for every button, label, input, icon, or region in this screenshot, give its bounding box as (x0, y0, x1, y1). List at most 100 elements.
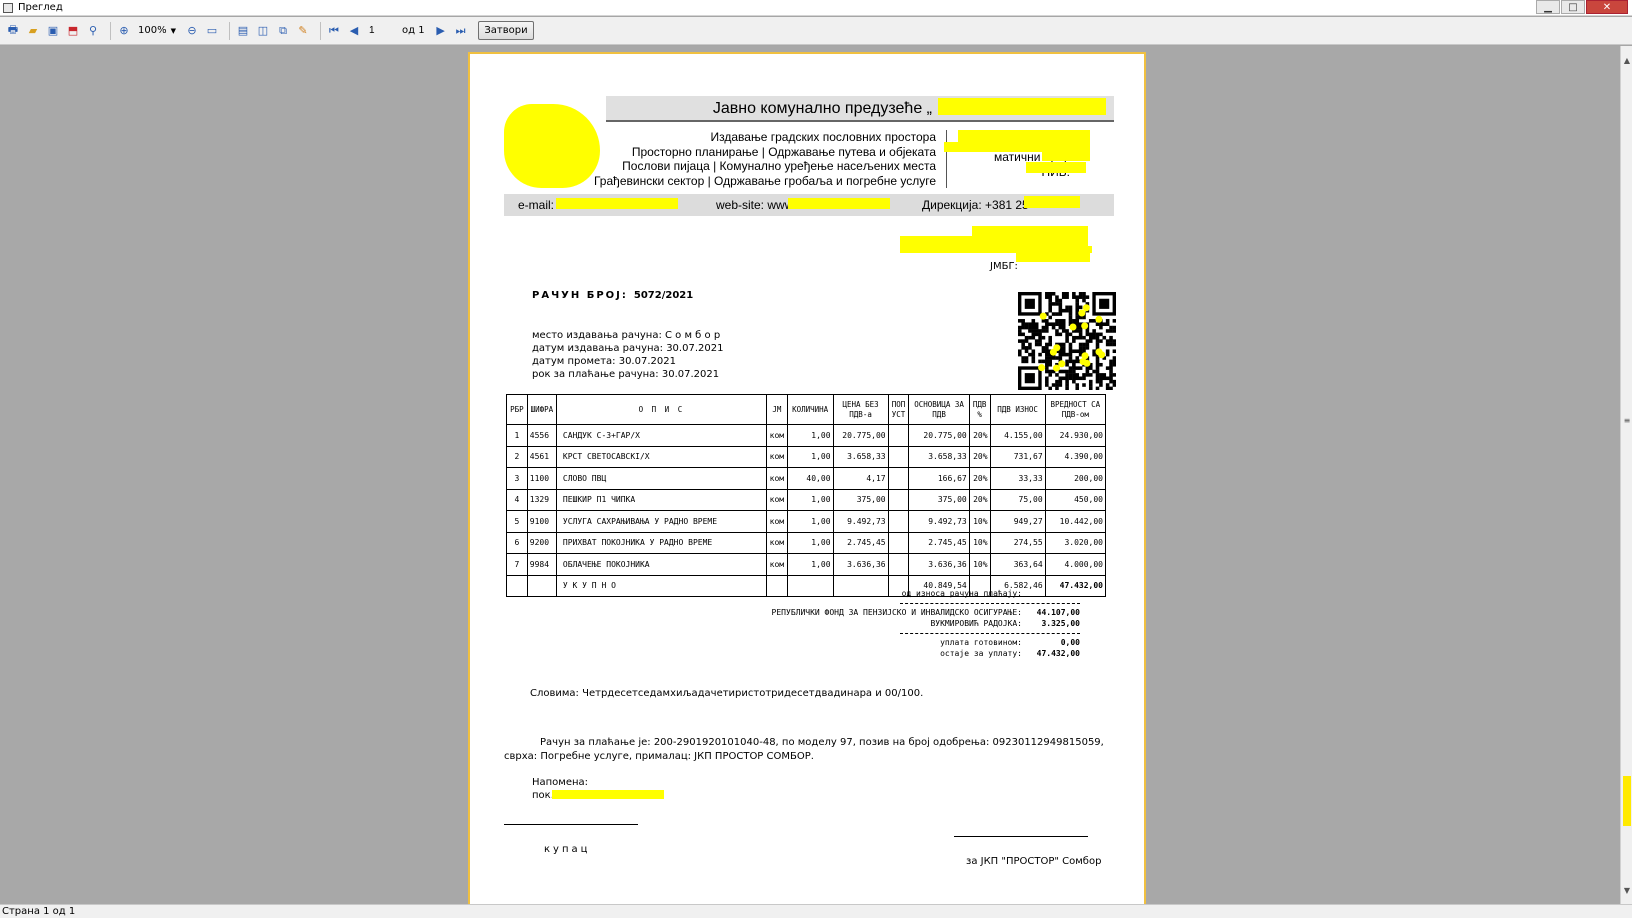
invoice-number: 5072/2021 (633, 290, 694, 301)
place-of-issue: место издавања рачуна: С о м б о р (532, 330, 721, 341)
remaining-value: 47.432,00 (1036, 649, 1080, 658)
preview-toolbar: 🖶 ▰ ▣ ⬒ ⚲ ⊕ 100% ▼ ⊖ ▭ ▤ ◫ ⧉ ✎ ⏮ ◀ од 1 … (0, 17, 1632, 45)
scroll-grip-icon: ≡ (1623, 416, 1631, 425)
company-services: Издавање градских пословних простора Про… (590, 130, 936, 188)
pdf-export-icon[interactable]: ⬒ (65, 23, 81, 39)
zoom-in-icon[interactable]: ⊕ (116, 23, 132, 39)
table-cell: ПРИХВАТ ПОКОЈНИКА У РАДНО ВРЕМЕ (555, 531, 767, 554)
app-icon (3, 3, 13, 13)
invoice-items-table: РБР ШИФРА О П И С ЈМ КОЛИЧИНА ЦЕНА БЕЗ П… (506, 394, 1107, 597)
table-cell (887, 531, 910, 554)
last-page-icon[interactable]: ⏭ (453, 23, 469, 39)
close-window-icon[interactable]: ✕ (1586, 0, 1628, 14)
table-cell: УСЛУГА САХРАЊИВАЊА У РАДНО ВРЕМЕ (555, 510, 767, 533)
redacted-registration-number (1042, 151, 1090, 161)
minimize-icon[interactable]: ▁ (1536, 0, 1560, 14)
table-cell: 4 (506, 488, 528, 511)
table-cell: 3.636,36 (908, 553, 970, 576)
status-bar: Страна 1 од 1 (0, 904, 1632, 918)
first-page-icon[interactable]: ⏮ (326, 23, 342, 39)
table-cell: ком (765, 424, 788, 447)
service-line: Грађевински сектор | Одржавање гробаља и… (593, 173, 936, 188)
print-icon[interactable]: 🖶 (5, 23, 21, 39)
table-cell (887, 445, 910, 468)
previous-page-icon[interactable]: ◀ (346, 23, 362, 39)
table-cell: СЛОВО ПВЦ (555, 467, 767, 490)
table-cell: 9984 (526, 553, 557, 576)
zoom-select[interactable]: 100% ▼ (136, 23, 178, 39)
table-cell: 10.442,00 (1044, 510, 1107, 533)
table-cell: САНДУК С-3+ГАР/Х (555, 424, 767, 447)
page-number-input[interactable] (369, 22, 399, 39)
cash-row: уплата готовином: 0,00 (670, 637, 1080, 648)
table-cell: 10% (968, 510, 991, 533)
find-icon[interactable]: ⚲ (85, 23, 101, 39)
fit-page-icon[interactable]: ▭ (204, 23, 220, 39)
table-cell: 5 (506, 510, 528, 533)
open-folder-icon[interactable]: ▰ (25, 23, 41, 39)
issuer-signature-line (954, 836, 1088, 837)
column-header: ПДВ % (968, 394, 991, 425)
column-header: ВРЕДНОСТ СА ПДВ-ом (1044, 394, 1107, 425)
edit-icon[interactable]: ✎ (295, 23, 311, 39)
payer-label: РЕПУБЛИЧКИ ФОНД ЗА ПЕНЗИЈСКО И ИНВАЛИДСК… (771, 608, 1022, 617)
table-cell: КРСТ СВЕТОСАВСКI/Х (555, 445, 767, 468)
table-cell: ком (765, 531, 788, 554)
table-cell: 4.155,00 (989, 424, 1046, 447)
save-icon[interactable]: ▣ (45, 23, 61, 39)
table-cell: 6 (506, 531, 528, 554)
table-cell: 20% (968, 445, 991, 468)
table-row: 5 9100 УСЛУГА САХРАЊИВАЊА У РАДНО ВРЕМЕ ком… (506, 510, 1107, 533)
zoom-out-icon[interactable]: ⊖ (184, 23, 200, 39)
issuer-signature-label: за ЈКП "ПРОСТОР" Сомбор (966, 856, 1102, 867)
table-cell: 1,00 (786, 424, 834, 447)
email-label: e-mail: (518, 198, 555, 212)
table-cell: 2 (506, 445, 528, 468)
table-cell: 10% (968, 531, 991, 554)
table-cell: 9200 (526, 531, 557, 554)
table-row: 1 4556 САНДУК С-3+ГАР/Х ком 1,00 20.775,00 20.… (506, 424, 1107, 447)
table-cell: 450,00 (1044, 488, 1107, 511)
redacted-customer-address (900, 246, 1092, 253)
single-page-icon[interactable]: ▤ (235, 23, 251, 39)
close-preview-button[interactable]: Затвори (478, 21, 534, 40)
table-row: 3 1100 СЛОВО ПВЦ ком 40,00 4,17 166,67 20% 33,33… (506, 467, 1107, 490)
table-cell: 4.390,00 (1044, 445, 1107, 468)
table-cell: 3 (506, 467, 528, 490)
buyer-signature-line (504, 824, 638, 825)
table-cell: 40,00 (786, 467, 834, 490)
table-cell: 9100 (526, 510, 557, 533)
chevron-down-icon: ▼ (170, 26, 176, 35)
table-cell (526, 574, 557, 597)
table-cell: ком (765, 445, 788, 468)
redacted-company-name (938, 98, 1106, 115)
bank-account-info: Рачун за плаћање је: 200-2901920101040-4… (504, 737, 1104, 762)
toolbar-separator (110, 21, 111, 40)
scrollbar-thumb[interactable] (1623, 776, 1631, 826)
table-cell: 1,00 (786, 531, 834, 554)
column-header: О П И С (555, 394, 767, 425)
table-header-row: РБР ШИФРА О П И С ЈМ КОЛИЧИНА ЦЕНА БЕЗ П… (506, 394, 1107, 425)
table-cell: 10% (968, 553, 991, 576)
website-label: web-site: www. (716, 198, 797, 212)
table-cell: ком (765, 510, 788, 533)
maximize-icon[interactable]: □ (1561, 0, 1585, 14)
table-cell: 1,00 (786, 445, 834, 468)
page-setup-icon[interactable]: ⧉ (275, 23, 291, 39)
window-titlebar: Преглед ▁ □ ✕ (0, 0, 1632, 16)
table-cell: 1,00 (786, 553, 834, 576)
table-cell: ПЕШКИР П1 ЧИПКА (555, 488, 767, 511)
scroll-down-icon[interactable]: ▼ (1622, 886, 1632, 896)
next-page-icon[interactable]: ▶ (433, 23, 449, 39)
redacted-deceased-name (552, 790, 664, 799)
scroll-up-icon[interactable]: ▲ (1622, 56, 1632, 66)
redacted-website (788, 198, 890, 209)
two-pages-icon[interactable]: ◫ (255, 23, 271, 39)
table-row: 4 1329 ПЕШКИР П1 ЧИПКА ком 1,00 375,00 375,00 2… (506, 488, 1107, 511)
cash-value: 0,00 (1060, 638, 1080, 647)
zoom-value: 100% (138, 25, 167, 36)
vertical-scrollbar[interactable]: ▲ ≡ ▼ (1620, 46, 1632, 904)
table-cell: 166,67 (908, 467, 970, 490)
table-row: 6 9200 ПРИХВАТ ПОКОЈНИКА У РАДНО ВРЕМЕ ком 1… (506, 531, 1107, 554)
table-cell: 4561 (526, 445, 557, 468)
